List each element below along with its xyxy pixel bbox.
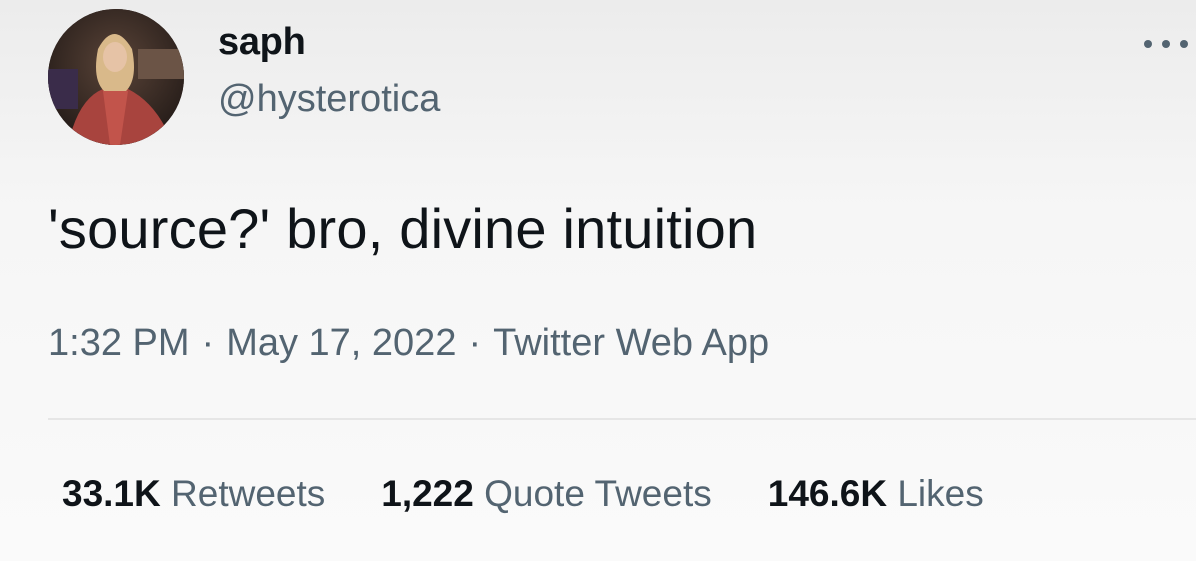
tweet-time[interactable]: 1:32 PM xyxy=(48,322,190,364)
tweet-meta: 1:32 PM · May 17, 2022 · Twitter Web App xyxy=(48,322,769,365)
retweets-stat[interactable]: 33.1K Retweets xyxy=(62,473,325,515)
tweet-text: 'source?' bro, divine intuition xyxy=(48,197,758,260)
more-options-button[interactable] xyxy=(1144,30,1188,58)
meta-separator: · xyxy=(201,322,215,364)
more-dot xyxy=(1162,40,1170,48)
retweets-count: 33.1K xyxy=(62,473,161,514)
tweet-date[interactable]: May 17, 2022 xyxy=(226,322,456,364)
more-dot xyxy=(1180,40,1188,48)
display-name[interactable]: saph xyxy=(218,21,306,64)
quote-tweets-count: 1,222 xyxy=(381,473,474,514)
tweet-client[interactable]: Twitter Web App xyxy=(493,322,769,364)
likes-label: Likes xyxy=(897,473,984,514)
likes-stat[interactable]: 146.6K Likes xyxy=(768,473,984,515)
quote-tweets-stat[interactable]: 1,222 Quote Tweets xyxy=(381,473,712,515)
retweets-label: Retweets xyxy=(171,473,326,514)
tweet-card: saph @hysterotica 'source?' bro, divine … xyxy=(0,0,1196,561)
avatar[interactable] xyxy=(48,9,184,145)
more-horizontal-icon xyxy=(1144,40,1152,48)
likes-count: 146.6K xyxy=(767,473,888,514)
tweet-stats: 33.1K Retweets 1,222 Quote Tweets 146.6K… xyxy=(62,473,1040,515)
quote-tweets-label: Quote Tweets xyxy=(484,473,712,514)
user-handle[interactable]: @hysterotica xyxy=(218,78,440,121)
avatar-image xyxy=(48,9,184,145)
divider xyxy=(48,418,1196,420)
meta-separator: · xyxy=(468,322,482,364)
